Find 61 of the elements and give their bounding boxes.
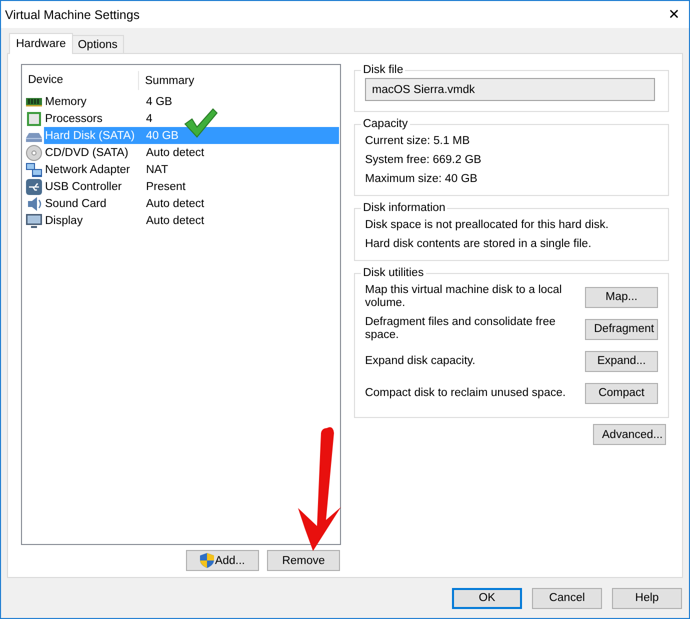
- disk-file-field[interactable]: macOS Sierra.vmdk: [364, 78, 655, 101]
- window-title: Virtual Machine Settings: [5, 8, 140, 22]
- device-row[interactable]: USB Controller Present: [44, 178, 339, 195]
- tab[interactable]: Options: [72, 35, 124, 53]
- shield-icon: [200, 553, 214, 568]
- utility-button[interactable]: Map...: [585, 286, 658, 308]
- device-summary: Auto detect: [146, 214, 204, 226]
- info-text: Disk space is not preallocated for this hard disk.: [364, 218, 610, 233]
- device-summary: Auto detect: [146, 198, 204, 210]
- device-row[interactable]: Display Auto detect: [44, 212, 339, 229]
- check-mark-icon: [184, 108, 218, 138]
- monitor-icon: [26, 212, 42, 228]
- utility-description: Expand disk capacity.: [364, 354, 476, 368]
- dialog-button[interactable]: Remove: [266, 550, 340, 571]
- device-row[interactable]: Processors 4: [44, 110, 339, 127]
- capacity-text: Current size: 5.1 MB: [364, 134, 471, 149]
- info-text: Hard disk contents are stored in a single file.: [364, 237, 592, 252]
- utility-description: Compact disk to reclaim unused space.: [364, 386, 567, 400]
- column-header[interactable]: Device: [22, 71, 139, 90]
- device-name: CD/DVD (SATA): [44, 146, 130, 158]
- disc-icon: [26, 144, 42, 160]
- utility-description: Map this virtual machine disk to a local volume.: [364, 284, 563, 310]
- device-summary: Auto detect: [146, 146, 204, 158]
- close-button[interactable]: ✕: [659, 1, 689, 28]
- tab[interactable]: Hardware: [9, 33, 73, 54]
- device-row[interactable]: Sound Card Auto detect: [44, 195, 339, 212]
- device-summary: Present: [146, 180, 186, 192]
- device-name: USB Controller: [44, 180, 123, 192]
- group-title: Disk information: [362, 202, 446, 214]
- device-summary: 4 GB: [146, 96, 172, 108]
- group-title: Capacity: [362, 118, 409, 130]
- utility-button[interactable]: Expand...: [585, 350, 658, 372]
- device-name: Memory: [44, 96, 88, 108]
- device-summary: 4: [146, 112, 152, 124]
- device-row[interactable]: Network Adapter NAT: [44, 161, 339, 178]
- utility-button[interactable]: Defragment: [585, 318, 658, 340]
- device-name: Sound Card: [44, 198, 108, 210]
- dialog-button[interactable]: OK: [452, 588, 522, 608]
- device-name: Network Adapter: [44, 164, 132, 176]
- group-title: Disk file: [362, 64, 404, 76]
- capacity-text: Maximum size: 40 GB: [364, 172, 478, 187]
- advanced-button[interactable]: Advanced...: [593, 424, 666, 445]
- usb-icon: [26, 178, 42, 194]
- processor-icon: [26, 110, 42, 126]
- dialog-button[interactable]: Cancel: [532, 588, 602, 608]
- column-header[interactable]: Summary: [139, 74, 194, 86]
- network-icon: [26, 162, 42, 178]
- utility-description: Defragment files and consolidate free space.: [364, 316, 556, 342]
- device-name: Display: [44, 214, 84, 226]
- device-summary: 40 GB: [146, 130, 179, 142]
- device-row[interactable]: Memory 4 GB: [44, 93, 339, 110]
- dialog-button[interactable]: Add...: [186, 550, 259, 571]
- device-name: Processors: [44, 112, 104, 124]
- device-summary: NAT: [146, 164, 168, 176]
- device-name: Hard Disk (SATA): [44, 130, 136, 142]
- speaker-icon: [26, 196, 42, 212]
- group-title: Disk utilities: [362, 267, 425, 279]
- dialog-button[interactable]: Help: [612, 588, 682, 608]
- capacity-text: System free: 669.2 GB: [364, 153, 482, 168]
- device-row[interactable]: CD/DVD (SATA) Auto detect: [44, 144, 339, 161]
- utility-button[interactable]: Compact: [585, 382, 658, 404]
